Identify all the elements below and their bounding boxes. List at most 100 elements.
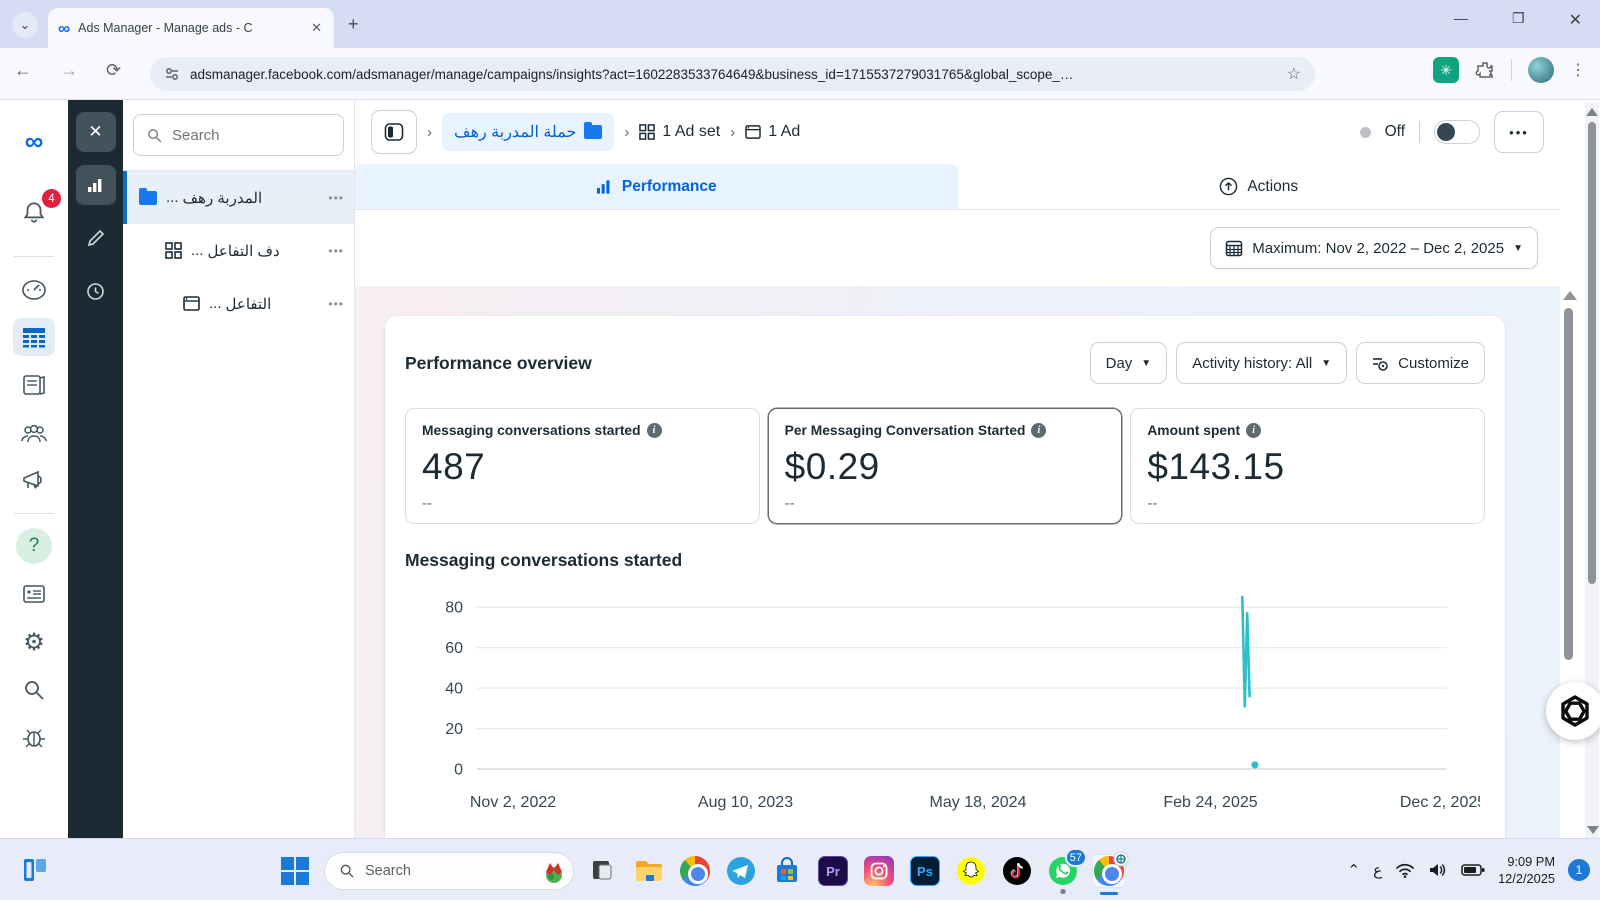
scroll-up-arrow[interactable] (1586, 108, 1598, 116)
customize-sliders-icon (1373, 357, 1388, 371)
scrollbar-thumb[interactable] (1588, 122, 1596, 584)
row-menu-icon[interactable]: ••• (328, 297, 344, 311)
campaigns-table-icon[interactable] (13, 318, 55, 356)
window-minimize-button[interactable]: — (1454, 10, 1468, 30)
report-bug-icon[interactable] (13, 719, 55, 757)
tree-row-adset[interactable]: ... دف التفاعل ••• (123, 224, 354, 277)
photoshop-icon[interactable]: Ps (908, 854, 942, 888)
metric-value: $0.29 (784, 446, 880, 487)
task-view-icon[interactable] (586, 854, 620, 888)
ad-frame-icon (183, 296, 200, 311)
info-icon[interactable]: i (1246, 423, 1262, 438)
taskbar-search[interactable]: Search (324, 852, 574, 890)
campaign-tree-panel: ...المدربة رهف ••• ...دف التفاعل ••• ...… (123, 100, 355, 838)
row-menu-icon[interactable]: ••• (328, 244, 344, 258)
volume-icon[interactable] (1428, 862, 1448, 878)
tab-performance[interactable]: Performance (355, 164, 958, 209)
microsoft-store-icon[interactable] (770, 854, 804, 888)
settings-gear-icon[interactable]: ⚙ (13, 623, 55, 661)
charts-panel-button[interactable] (75, 165, 116, 205)
breadcrumb-campaign[interactable]: حملة المدربة رهف (442, 113, 615, 151)
instagram-icon[interactable] (862, 854, 896, 888)
inner-scroll-up-arrow[interactable] (1563, 291, 1577, 300)
truncation-ellipsis: ... (191, 242, 204, 259)
account-overview-icon[interactable] (13, 270, 55, 308)
close-panel-button[interactable]: ✕ (75, 112, 116, 152)
metric-card-cost-per-conversation[interactable]: Per Messaging Conversation Started i $0.2… (767, 408, 1123, 524)
profile-avatar[interactable] (1528, 57, 1554, 83)
reload-button[interactable]: ⟳ (106, 60, 121, 81)
tray-clock[interactable]: 9:09 PM 12/2/2025 (1498, 853, 1555, 888)
extension-gpt-icon[interactable]: ✳ (1433, 57, 1459, 83)
edit-pencil-icon[interactable] (76, 218, 116, 258)
scroll-down-arrow[interactable] (1587, 826, 1599, 834)
forward-button[interactable]: → (60, 60, 78, 81)
breadcrumb-ad[interactable]: 1 Ad (745, 123, 800, 141)
info-icon[interactable]: i (1031, 423, 1047, 438)
file-explorer-icon[interactable] (632, 854, 666, 888)
tiktok-icon[interactable] (1000, 854, 1034, 888)
x-axis-tick: May 18, 2024 (930, 794, 1027, 811)
campaign-toggle[interactable] (1434, 120, 1480, 144)
tree-row-ad[interactable]: ... التفاعل ••• (123, 277, 354, 330)
tree-row-campaign[interactable]: ... المدربة رهف ••• (123, 171, 354, 224)
tab-title: Ads Manager - Manage ads - C (78, 21, 253, 35)
url-bar[interactable]: adsmanager.facebook.com/adsmanager/manag… (150, 57, 1315, 91)
premiere-pro-icon[interactable]: Pr (816, 854, 850, 888)
window-close-button[interactable]: ✕ (1569, 10, 1582, 30)
advertise-megaphone-icon[interactable] (13, 462, 55, 500)
browser-tab[interactable]: ∞ Ads Manager - Manage ads - C ✕ (48, 8, 334, 48)
browser-menu-kebab-icon[interactable]: ⋮ (1570, 60, 1586, 80)
search-rail-icon[interactable] (13, 671, 55, 709)
snapchat-icon[interactable] (954, 854, 988, 888)
breakdown-day-dropdown[interactable]: Day ▼ (1089, 342, 1168, 384)
breadcrumb-adset[interactable]: 1 Ad set (639, 123, 720, 141)
new-tab-button[interactable]: + (348, 14, 359, 35)
language-indicator[interactable]: ع (1373, 861, 1382, 879)
customize-button[interactable]: Customize (1356, 342, 1485, 384)
ai-assistant-floating-button[interactable] (1546, 682, 1600, 740)
telegram-icon[interactable] (724, 854, 758, 888)
inner-scrollbar-thumb[interactable] (1564, 308, 1573, 660)
tab-actions[interactable]: Actions (958, 164, 1561, 209)
back-button[interactable]: ← (14, 60, 32, 81)
meta-logo[interactable]: ∞ (13, 122, 55, 160)
notification-count-badge[interactable]: 1 (1568, 859, 1590, 881)
date-range-dropdown[interactable]: Maximum: Nov 2, 2022 – Dec 2, 2025 ▼ (1210, 227, 1538, 269)
tab-search-chevron-icon[interactable]: ⌄ (12, 12, 38, 38)
extensions-puzzle-icon[interactable] (1475, 60, 1495, 80)
tray-chevron-up-icon[interactable]: ⌃ (1348, 861, 1361, 879)
tree-search-box[interactable] (133, 114, 344, 156)
row-menu-icon[interactable]: ••• (328, 191, 344, 205)
battery-icon[interactable] (1461, 863, 1485, 877)
history-clock-icon[interactable] (76, 271, 116, 311)
bookmark-star-icon[interactable]: ☆ (1287, 64, 1301, 84)
info-icon[interactable]: i (646, 423, 662, 438)
audiences-icon[interactable] (13, 414, 55, 452)
chrome-icon[interactable] (678, 854, 712, 888)
whatsapp-icon[interactable]: 57 (1046, 848, 1087, 894)
y-axis-tick: 20 (445, 721, 463, 738)
ads-reporting-icon[interactable] (13, 366, 55, 404)
notifications-bell-icon[interactable]: 4 (13, 189, 61, 231)
page-posts-icon[interactable] (13, 575, 55, 613)
metric-card-amount-spent[interactable]: Amount spent i $143.15 -- (1130, 408, 1486, 524)
start-button[interactable] (278, 854, 312, 888)
tree-search-input[interactable] (172, 126, 302, 144)
window-restore-button[interactable]: ❐ (1512, 10, 1525, 30)
help-icon[interactable]: ? (13, 527, 55, 565)
site-settings-icon[interactable] (164, 66, 180, 82)
tab-close-icon[interactable]: ✕ (309, 20, 324, 36)
x-axis-tick: Dec 2, 2025 (1400, 794, 1480, 811)
more-options-button[interactable]: ••• (1494, 111, 1544, 153)
url-text[interactable]: adsmanager.facebook.com/adsmanager/manag… (190, 67, 1277, 82)
wifi-icon[interactable] (1395, 862, 1415, 878)
activity-history-dropdown[interactable]: Activity history: All ▼ (1176, 342, 1348, 384)
chrome-active-icon[interactable] (1092, 851, 1129, 888)
breadcrumb-campaign-label: حملة المدربة رهف (454, 124, 577, 141)
chevron-down-icon: ▼ (1321, 357, 1332, 369)
widgets-icon[interactable] (18, 853, 52, 887)
chrome-tab-badge (1113, 851, 1129, 867)
metric-card-conversations[interactable]: Messaging conversations started i 487 -- (405, 408, 760, 524)
collapse-sidebar-button[interactable] (371, 110, 417, 154)
